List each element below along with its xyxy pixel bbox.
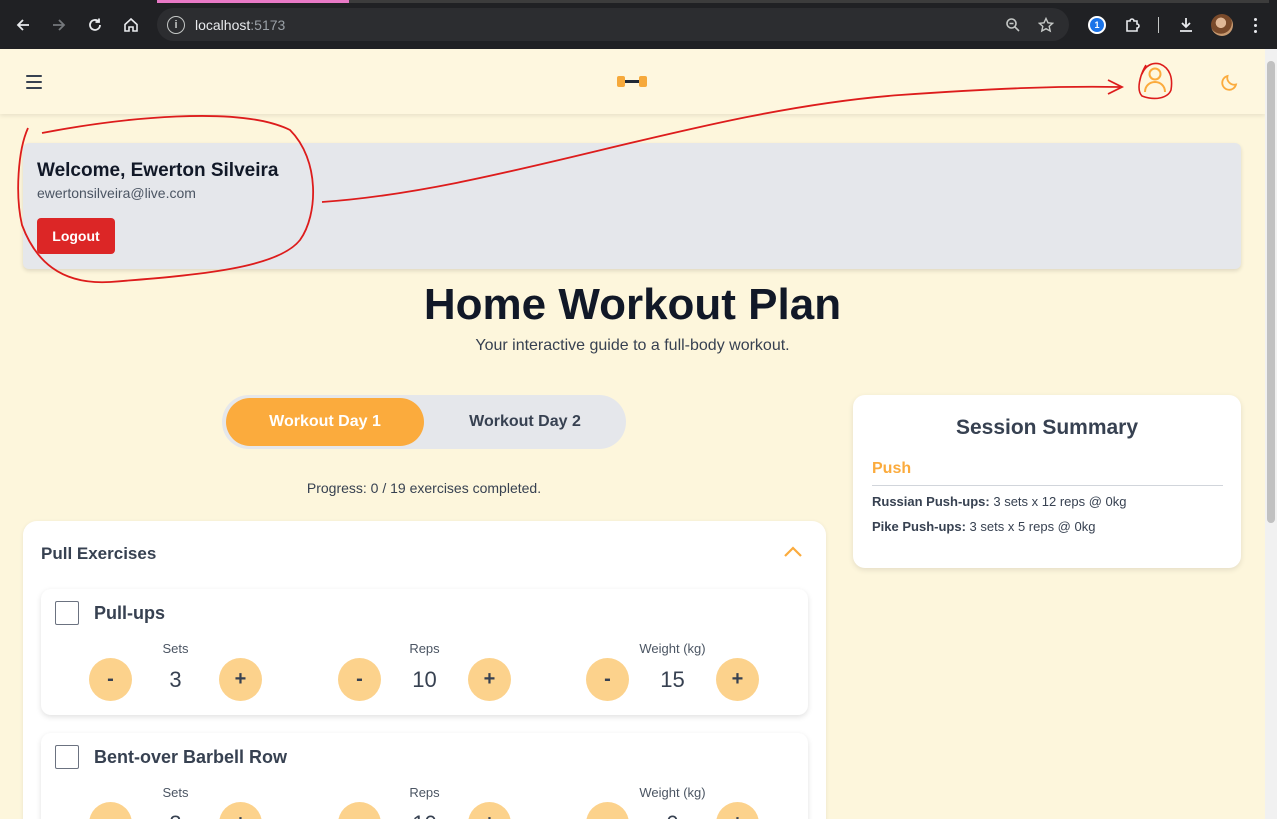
dumbbell-icon[interactable] [617, 76, 647, 87]
sets-control: Sets - 3 + [89, 778, 262, 819]
progress-text: Progress: 0 / 19 exercises completed. [306, 480, 542, 496]
tab-strip [349, 0, 1269, 3]
forward-icon[interactable] [46, 12, 72, 38]
exercise-card: Pull-ups Sets - 3 + Reps - 10 + Weight (… [41, 589, 808, 715]
welcome-card: Welcome, Ewerton Silveira ewertonsilveir… [23, 143, 1241, 269]
exercise-checkbox[interactable] [55, 601, 79, 625]
control-value: 15 [660, 667, 685, 692]
summary-item: Pike Push-ups: 3 sets x 5 reps @ 0kg [872, 519, 1096, 534]
back-icon[interactable] [10, 12, 36, 38]
exercise-checkbox[interactable] [55, 745, 79, 769]
control-value: 10 [381, 811, 468, 819]
user-email: ewertonsilveira@live.com [37, 185, 196, 201]
session-summary-card: Session Summary Push Russian Push-ups: 3… [853, 395, 1241, 568]
control-value: 10 [412, 667, 437, 692]
reps-control: Reps - 10 + [338, 634, 511, 704]
weight-control: Weight (kg) - 0 + [586, 778, 759, 819]
url-text[interactable]: localhost:5173 [195, 17, 285, 33]
zoom-icon[interactable] [1003, 15, 1023, 35]
tab-workout-day-1[interactable]: Workout Day 1 [226, 398, 424, 446]
control-label: Reps [409, 641, 440, 656]
increment-button[interactable]: + [716, 802, 759, 819]
weight-control: Weight (kg) - 15 + [586, 634, 759, 704]
password-manager-icon[interactable]: 1 [1085, 13, 1109, 37]
decrement-button[interactable]: - [89, 802, 132, 819]
puzzle-icon[interactable] [1121, 13, 1145, 37]
decrement-button[interactable]: - [89, 658, 132, 701]
profile-avatar[interactable] [1211, 14, 1233, 36]
increment-button[interactable]: + [219, 658, 262, 701]
increment-button[interactable]: + [468, 658, 511, 701]
summary-group-label: Push [872, 460, 912, 477]
control-value: 3 [169, 667, 182, 692]
exercise-section: Pull Exercises Pull-ups Sets - 3 + Reps … [23, 521, 826, 819]
control-label: Reps [409, 785, 440, 800]
chevron-up-icon[interactable] [783, 545, 803, 559]
page-title: Home Workout Plan [423, 280, 842, 329]
control-value: 3 [132, 811, 219, 819]
page-scrollbar[interactable] [1265, 49, 1277, 819]
control-label: Sets [162, 785, 189, 800]
reps-control: Reps - 10 + [338, 778, 511, 819]
sets-control: Sets - 3 + [89, 634, 262, 704]
scrollbar-thumb[interactable] [1267, 61, 1275, 523]
hamburger-icon[interactable] [26, 75, 42, 89]
logout-button[interactable]: Logout [37, 218, 115, 254]
decrement-button[interactable]: - [338, 802, 381, 819]
welcome-heading: Welcome, Ewerton Silveira [37, 160, 279, 181]
reload-icon[interactable] [82, 12, 108, 38]
active-tab-indicator [157, 0, 349, 3]
info-icon[interactable]: i [167, 15, 185, 34]
decrement-button[interactable]: - [338, 658, 381, 701]
section-title: Pull Exercises [41, 544, 157, 563]
exercise-name: Pull-ups [94, 603, 165, 623]
control-value: 0 [629, 811, 716, 819]
star-icon[interactable] [1036, 15, 1056, 35]
summary-item: Russian Push-ups: 3 sets x 12 reps @ 0kg [872, 494, 1127, 509]
toolbar-divider [1158, 17, 1159, 33]
kebab-icon[interactable] [1245, 13, 1265, 37]
moon-icon[interactable] [1219, 71, 1241, 93]
browser-toolbar: i localhost:5173 1 [0, 0, 1277, 49]
tab-workout-day-2[interactable]: Workout Day 2 [428, 398, 622, 446]
increment-button[interactable]: + [468, 802, 511, 819]
exercise-card: Bent-over Barbell Row Sets - 3 + Reps - … [41, 733, 808, 819]
app-header [0, 49, 1265, 114]
control-label: Weight (kg) [639, 641, 706, 656]
decrement-button[interactable]: - [586, 658, 629, 701]
exercise-name: Bent-over Barbell Row [94, 747, 288, 767]
download-icon[interactable] [1174, 13, 1198, 37]
control-label: Sets [162, 641, 189, 656]
home-icon[interactable] [118, 12, 144, 38]
user-icon[interactable] [1139, 62, 1171, 98]
increment-button[interactable]: + [716, 658, 759, 701]
page-subtitle: Your interactive guide to a full-body wo… [475, 337, 790, 354]
increment-button[interactable]: + [219, 802, 262, 819]
control-label: Weight (kg) [639, 785, 706, 800]
summary-title: Session Summary [955, 416, 1139, 439]
summary-divider [872, 485, 1223, 486]
decrement-button[interactable]: - [586, 802, 629, 819]
workout-day-toggle: Workout Day 1 Workout Day 2 [222, 395, 626, 449]
address-bar[interactable]: i localhost:5173 [157, 8, 1069, 41]
